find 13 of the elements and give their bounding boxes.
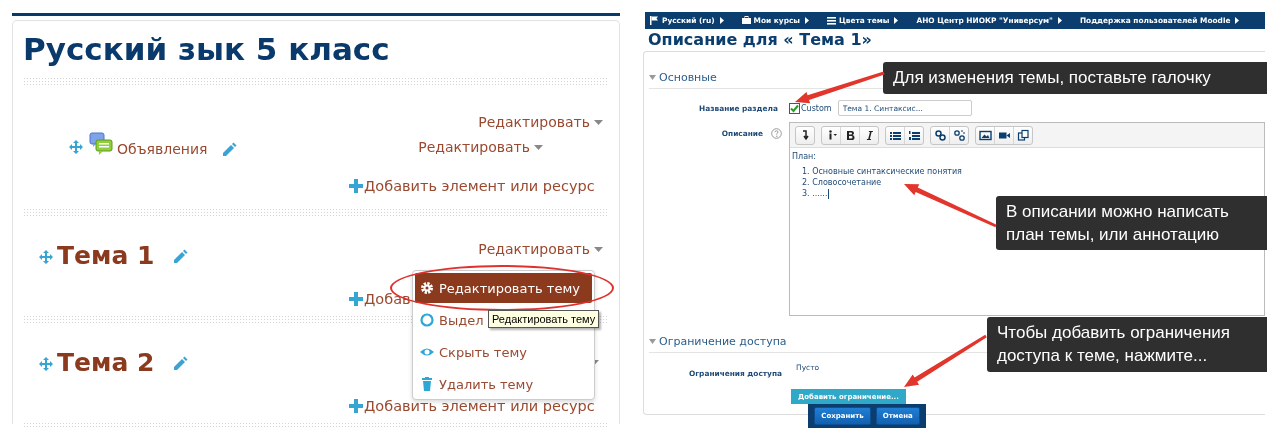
topic-title: Тема 1: [57, 240, 155, 270]
checkbox-label: Custom: [801, 103, 832, 113]
editor-text: План:: [792, 151, 816, 162]
list-item: 1. Основные синтаксические понятия: [802, 166, 962, 177]
list-item: 3. ......: [802, 188, 828, 199]
page-heading: Описание для « Тема 1»: [648, 29, 873, 51]
list-item: 2. Словосочетание: [802, 177, 882, 188]
callout: Для изменения темы, поставьте галочку: [883, 62, 1267, 94]
tooltip: Редактировать тему: [488, 310, 600, 328]
callout: Чтобы добавить ограничения доступа к теме, нажмите...: [987, 317, 1267, 372]
callout: В описании можно написать план темы, или аннотацию: [996, 196, 1267, 250]
topic-title: Тема 2: [57, 347, 155, 377]
course-title: Русский зык 5 класс: [23, 30, 391, 69]
